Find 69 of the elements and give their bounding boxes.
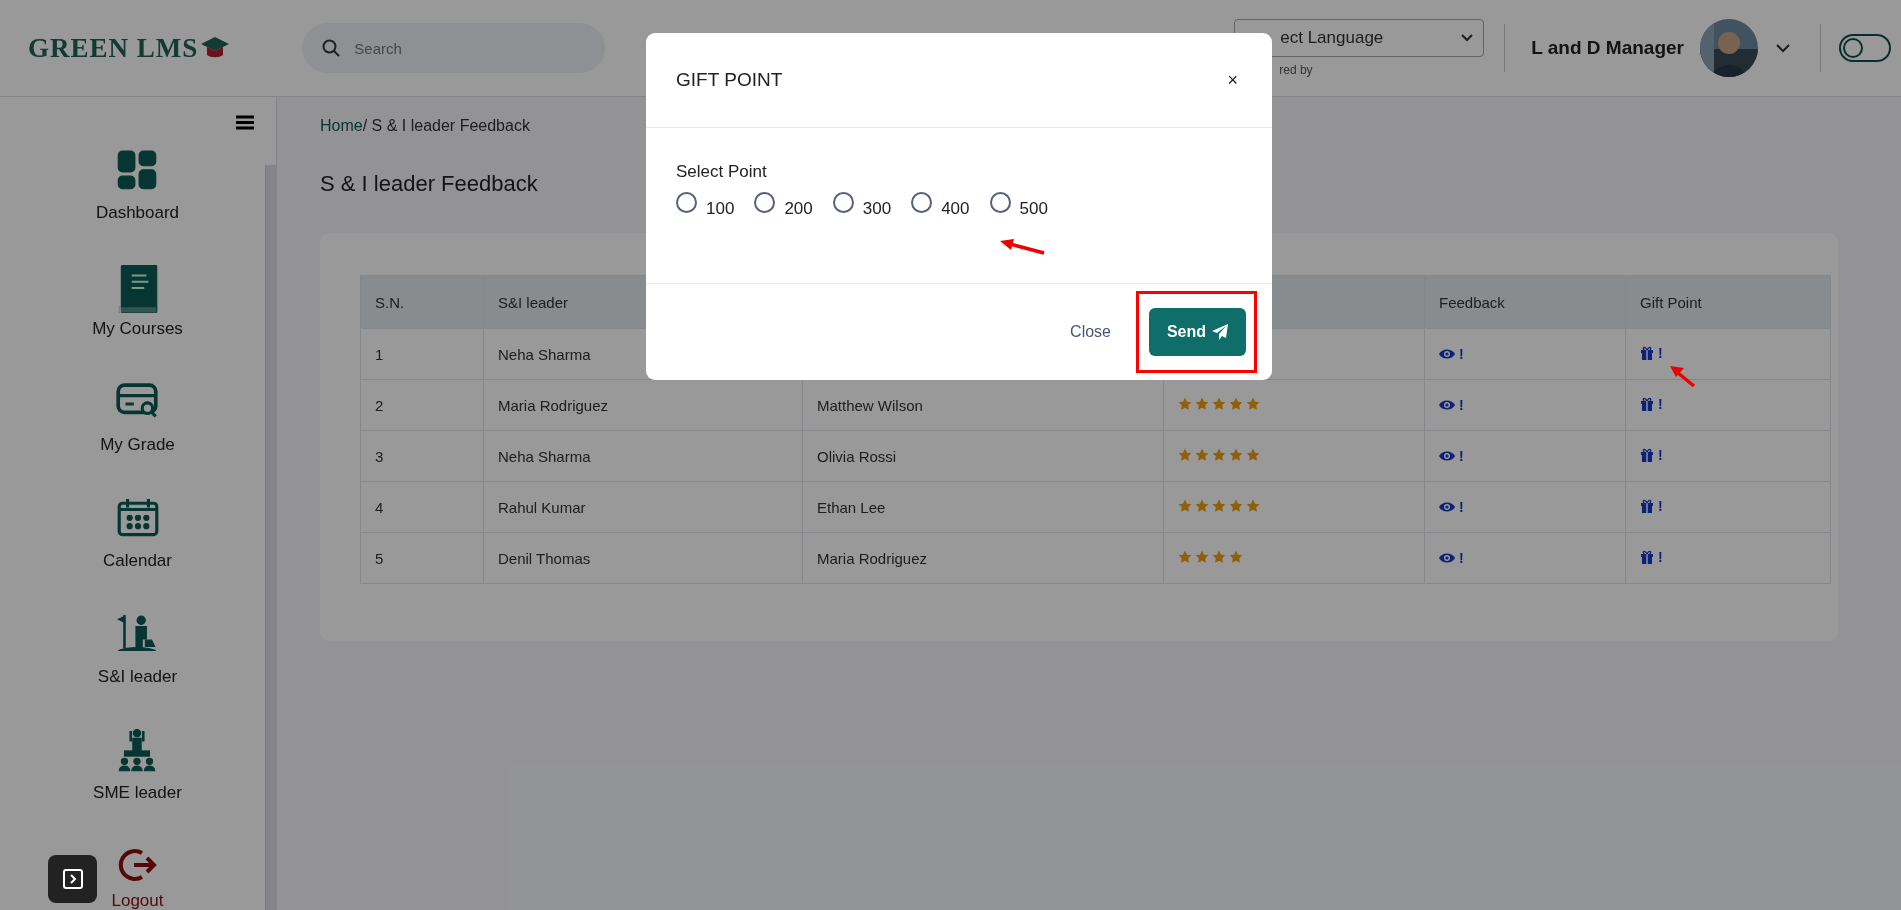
table-cell: Neha Sharma xyxy=(483,430,803,482)
chevron-down-icon[interactable] xyxy=(1776,43,1790,53)
menu-icon[interactable] xyxy=(236,115,254,130)
gift-icon xyxy=(1640,550,1654,564)
sidebar-item[interactable]: My Grade xyxy=(100,381,175,455)
eye-icon xyxy=(1439,500,1455,513)
gift-icon xyxy=(1640,346,1654,360)
radio-option[interactable]: 100 xyxy=(676,192,735,219)
chevron-box-icon xyxy=(62,869,83,889)
sidebar-item[interactable]: Dashboard xyxy=(95,149,180,223)
view-feedback-link[interactable]: ! xyxy=(1439,396,1464,413)
radio-option[interactable]: 300 xyxy=(832,192,892,219)
gift-point-link[interactable]: ! xyxy=(1640,498,1663,514)
column-header: S.N. xyxy=(360,275,484,329)
sidebar-item[interactable]: Calendar xyxy=(103,497,172,571)
search-field[interactable]: Search xyxy=(302,23,606,73)
gift-point-link[interactable]: ! xyxy=(1640,345,1663,361)
chevron-down-icon xyxy=(1461,34,1474,42)
user-name[interactable]: L and D Manager xyxy=(1531,37,1684,59)
breadcrumb-text: / S & I leader Feedback xyxy=(362,117,530,134)
sidebar-item[interactable]: S&I leader xyxy=(97,613,178,687)
expand-panel-button[interactable] xyxy=(48,855,97,903)
close-button[interactable]: Close xyxy=(1064,322,1117,342)
field-label: Select Point xyxy=(676,162,768,182)
breadcrumb-link[interactable]: Home xyxy=(320,117,363,134)
send-button[interactable]: Send xyxy=(1149,308,1246,356)
table-cell: 4 xyxy=(360,481,484,533)
view-feedback-link[interactable]: ! xyxy=(1439,345,1464,362)
logout-link[interactable]: Logout xyxy=(111,845,164,910)
gift-point-link[interactable]: ! xyxy=(1640,447,1663,463)
gift-icon xyxy=(1640,397,1654,411)
column-header: Feedback xyxy=(1424,275,1626,329)
sidebar-item[interactable]: SME leader xyxy=(93,729,182,803)
radio-option[interactable]: 200 xyxy=(754,192,813,219)
table-cell: 5 xyxy=(360,532,484,584)
gift-point-link[interactable]: ! xyxy=(1640,396,1663,412)
table-cell: 3 xyxy=(360,430,484,482)
table-cell: 2 xyxy=(360,379,484,431)
table-cell: Olivia Rossi xyxy=(802,430,1164,482)
paper-plane-icon xyxy=(1212,324,1229,340)
table-cell: Denil Thomas xyxy=(483,532,803,584)
language-select[interactable]: ect Language xyxy=(1234,19,1485,57)
eye-icon xyxy=(1439,398,1455,411)
close-button[interactable]: × xyxy=(1223,69,1242,91)
view-feedback-link[interactable]: ! xyxy=(1439,549,1464,566)
view-feedback-link[interactable]: ! xyxy=(1439,498,1464,515)
eye-icon xyxy=(1439,347,1455,360)
table-cell: Ethan Lee xyxy=(802,481,1164,533)
sidebar-item[interactable]: My Courses xyxy=(92,265,183,339)
eye-icon xyxy=(1439,551,1455,564)
logo: GREEN LMS xyxy=(28,32,199,64)
modal-title: GIFT POINT xyxy=(676,69,783,91)
table-cell: Maria Rodriguez xyxy=(802,532,1164,584)
view-feedback-link[interactable]: ! xyxy=(1439,447,1464,464)
eye-icon xyxy=(1439,449,1455,462)
gift-point-link[interactable]: ! xyxy=(1640,549,1663,565)
search-icon xyxy=(322,39,341,57)
theme-toggle[interactable] xyxy=(1839,34,1891,62)
column-header: Gift Point xyxy=(1625,275,1831,329)
annotation-arrow xyxy=(1670,364,1696,388)
scrollbar[interactable] xyxy=(265,165,276,910)
annotation-arrow xyxy=(1000,239,1046,255)
table-cell: 1 xyxy=(360,328,484,380)
gift-icon xyxy=(1640,448,1654,462)
table-cell: Rahul Kumar xyxy=(483,481,803,533)
gift-icon xyxy=(1640,499,1654,513)
powered-by-text: red by xyxy=(1278,63,1314,77)
radio-option[interactable]: 500 xyxy=(989,192,1048,219)
radio-option[interactable]: 400 xyxy=(911,192,970,219)
